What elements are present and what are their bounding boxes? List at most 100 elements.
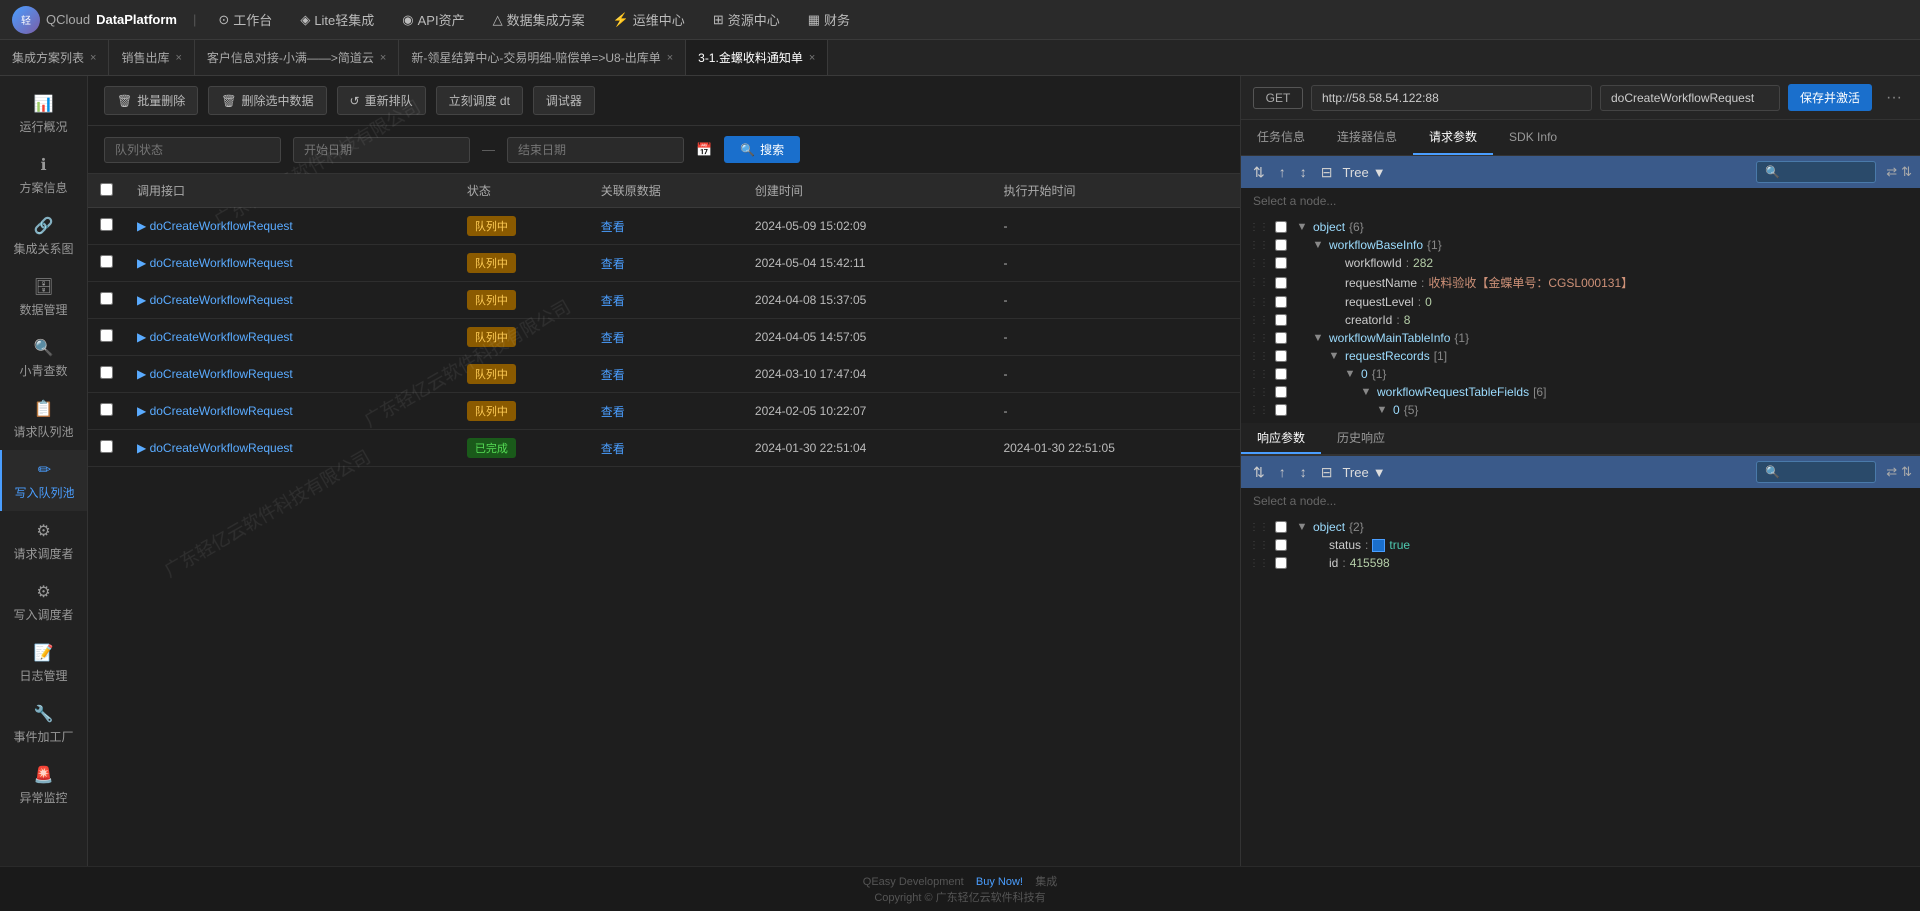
schedule-button[interactable]: 立刻调度 dt (436, 86, 523, 115)
tree-row[interactable]: ⋮⋮ id : 415598 (1241, 554, 1920, 572)
expand-icon-1[interactable]: ⇄ (1886, 164, 1897, 180)
view-related-link[interactable]: 查看 (601, 294, 625, 308)
tree-row-checkbox[interactable] (1275, 296, 1287, 308)
nav-data-integration[interactable]: △ 数据集成方案 (487, 6, 591, 33)
iface-link[interactable]: ▶ doCreateWorkflowRequest (137, 367, 443, 381)
tab-4-close[interactable]: × (809, 52, 815, 64)
resp-expand-icon-1[interactable]: ⇄ (1886, 464, 1897, 480)
row-checkbox[interactable] (100, 218, 113, 231)
tree-row[interactable]: ⋮⋮ workflowId : 282 (1241, 254, 1920, 272)
more-options-button[interactable]: ··· (1880, 87, 1908, 109)
tab-1[interactable]: 销售出库 × (109, 40, 194, 75)
tab-4[interactable]: 3-1.金螺收料通知单 × (686, 40, 828, 75)
tree-row-checkbox[interactable] (1275, 221, 1287, 233)
resp-tree-dropdown-icon[interactable]: ▼ (1373, 465, 1386, 480)
tab-0[interactable]: 集成方案列表 × (0, 40, 109, 75)
tree-row[interactable]: ⋮⋮▼workflowBaseInfo {1} (1241, 236, 1920, 254)
view-related-link[interactable]: 查看 (601, 257, 625, 271)
end-date-filter[interactable] (507, 137, 684, 163)
tree-row[interactable]: ⋮⋮ requestName : 收料验收【金蝶单号：CGSL000131】 (1241, 272, 1920, 293)
tree-row[interactable]: ⋮⋮ requestLevel : 0 (1241, 293, 1920, 311)
queue-status-filter[interactable] (104, 137, 281, 163)
nav-ops[interactable]: ⚡ 运维中心 (607, 6, 691, 33)
iface-link[interactable]: ▶ doCreateWorkflowRequest (137, 293, 443, 307)
tree-arrow-icon[interactable]: ▼ (1295, 521, 1309, 533)
resp-expand-icon-2[interactable]: ⇅ (1901, 464, 1912, 480)
nav-work-bench[interactable]: ⊙ 工作台 (212, 6, 278, 33)
tab-1-close[interactable]: × (175, 52, 181, 64)
start-date-filter[interactable] (293, 137, 470, 163)
sidebar-item-write-queue[interactable]: ✏ 写入队列池 (0, 450, 87, 511)
sidebar-item-anomaly-monitor[interactable]: 🚨 异常监控 (0, 755, 87, 816)
row-checkbox[interactable] (100, 292, 113, 305)
tree-dropdown-icon[interactable]: ▼ (1373, 165, 1386, 180)
sidebar-item-query[interactable]: 🔍 小青查数 (0, 328, 87, 389)
tree-row[interactable]: ⋮⋮▼0 {5} (1241, 401, 1920, 419)
expand-all-btn[interactable]: ⇅ (1249, 162, 1269, 183)
tree-row[interactable]: ⋮⋮▼0 {1} (1241, 365, 1920, 383)
tree-arrow-icon[interactable]: ▼ (1343, 368, 1357, 380)
sidebar-item-integration-map[interactable]: 🔗 集成关系图 (0, 206, 87, 267)
tree-arrow-icon[interactable]: ▼ (1311, 332, 1325, 344)
search-button[interactable]: 🔍 搜索 (724, 136, 800, 163)
sidebar-item-request-queue[interactable]: 📋 请求队列池 (0, 389, 87, 450)
row-checkbox[interactable] (100, 366, 113, 379)
tab-request-params[interactable]: 请求参数 (1413, 120, 1493, 155)
iface-link[interactable]: ▶ doCreateWorkflowRequest (137, 219, 443, 233)
tab-3[interactable]: 新-领星结算中心-交易明细-赔偿单=>U8-出库单 × (399, 40, 686, 75)
tree-row[interactable]: ⋮⋮ status : true (1241, 536, 1920, 554)
tab-2-close[interactable]: × (380, 52, 386, 64)
sidebar-item-write-scheduler[interactable]: ⚙ 写入调度者 (0, 572, 87, 633)
sidebar-item-log-mgmt[interactable]: 📝 日志管理 (0, 633, 87, 694)
view-related-link[interactable]: 查看 (601, 442, 625, 456)
resp-tab-history[interactable]: 历史响应 (1321, 423, 1401, 454)
view-related-link[interactable]: 查看 (601, 220, 625, 234)
tree-row[interactable]: ⋮⋮▼object {6} (1241, 218, 1920, 236)
resp-filter-btn[interactable]: ⊟ (1317, 462, 1337, 483)
request-tree-search[interactable] (1756, 161, 1876, 183)
tree-row-checkbox[interactable] (1275, 368, 1287, 380)
tab-2[interactable]: 客户信息对接-小满——>简道云 × (195, 40, 399, 75)
tree-row-checkbox[interactable] (1275, 539, 1287, 551)
view-related-link[interactable]: 查看 (601, 331, 625, 345)
tree-row[interactable]: ⋮⋮▼requestRecords [1] (1241, 347, 1920, 365)
tab-3-close[interactable]: × (667, 52, 673, 64)
tree-arrow-icon[interactable]: ▼ (1327, 350, 1341, 362)
tree-arrow-icon[interactable]: ▼ (1311, 239, 1325, 251)
tab-sdk-info[interactable]: SDK Info (1493, 122, 1573, 154)
tree-row-checkbox[interactable] (1275, 239, 1287, 251)
tree-row[interactable]: ⋮⋮▼workflowRequestTableFields [6] (1241, 383, 1920, 401)
tree-row-checkbox[interactable] (1275, 350, 1287, 362)
resp-collapse-all-btn[interactable]: ↑ (1275, 462, 1290, 482)
row-checkbox[interactable] (100, 440, 113, 453)
tree-row-checkbox[interactable] (1275, 404, 1287, 416)
sidebar-item-run-overview[interactable]: 📊 运行概况 (0, 84, 87, 145)
tab-task-info[interactable]: 任务信息 (1241, 120, 1321, 155)
nav-api[interactable]: ◉ API资产 (396, 6, 470, 33)
sidebar-item-request-scheduler[interactable]: ⚙ 请求调度者 (0, 511, 87, 572)
resp-sort-btn[interactable]: ↕ (1296, 462, 1311, 482)
iface-link[interactable]: ▶ doCreateWorkflowRequest (137, 441, 443, 455)
save-activate-button[interactable]: 保存并激活 (1788, 84, 1872, 111)
endpoint-input[interactable] (1600, 85, 1780, 111)
requeue-button[interactable]: ↺ 重新排队 (337, 86, 426, 115)
tree-row[interactable]: ⋮⋮ creatorId : 8 (1241, 311, 1920, 329)
batch-delete-button[interactable]: 🗑 批量删除 (104, 86, 198, 115)
view-related-link[interactable]: 查看 (601, 405, 625, 419)
tree-row-checkbox[interactable] (1275, 314, 1287, 326)
collapse-all-btn[interactable]: ↑ (1275, 162, 1290, 182)
nav-resources[interactable]: ⊞ 资源中心 (707, 6, 786, 33)
tab-0-close[interactable]: × (90, 52, 96, 64)
view-related-link[interactable]: 查看 (601, 368, 625, 382)
tree-row-checkbox[interactable] (1275, 557, 1287, 569)
sidebar-item-data-mgmt[interactable]: 🗄 数据管理 (0, 267, 87, 328)
sort-btn[interactable]: ↕ (1296, 162, 1311, 182)
tree-row[interactable]: ⋮⋮▼object {2} (1241, 518, 1920, 536)
response-tree-search[interactable] (1756, 461, 1876, 483)
resp-tab-params[interactable]: 响应参数 (1241, 423, 1321, 454)
sidebar-item-plan-info[interactable]: ℹ 方案信息 (0, 145, 87, 206)
tab-connector-info[interactable]: 连接器信息 (1321, 120, 1413, 155)
expand-icon-2[interactable]: ⇅ (1901, 164, 1912, 180)
tree-arrow-icon[interactable]: ▼ (1295, 221, 1309, 233)
select-all-checkbox[interactable] (100, 183, 113, 196)
